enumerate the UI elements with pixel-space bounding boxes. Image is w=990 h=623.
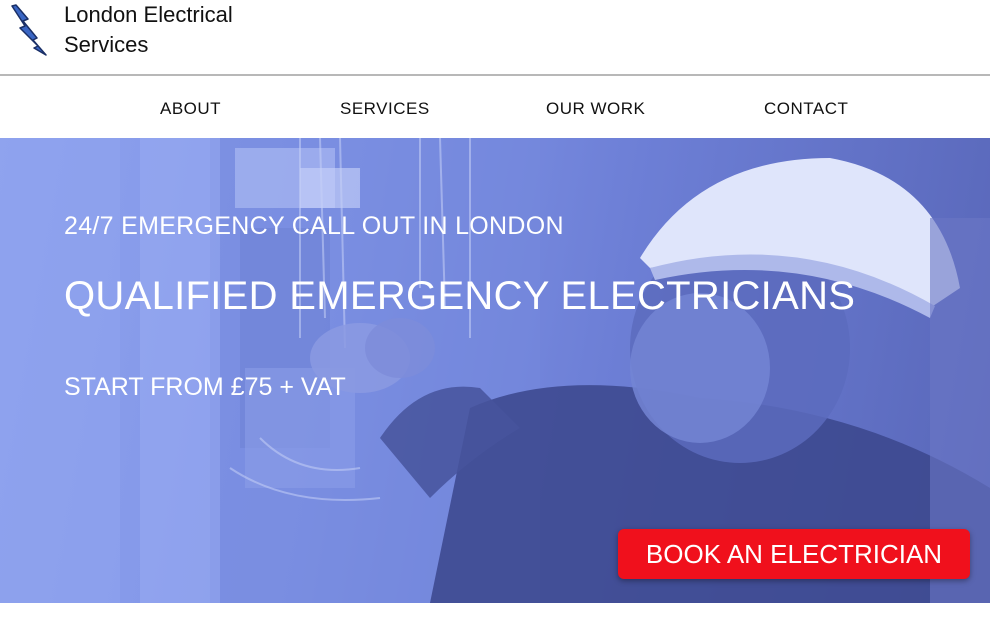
- book-electrician-button[interactable]: BOOK AN ELECTRICIAN: [618, 529, 970, 579]
- nav-services[interactable]: SERVICES: [340, 99, 430, 119]
- page-bottom: [0, 603, 990, 623]
- site-header: London Electrical Services: [0, 0, 990, 74]
- nav-contact[interactable]: CONTACT: [764, 99, 848, 119]
- main-nav: ABOUT SERVICES OUR WORK CONTACT: [0, 76, 990, 138]
- brand-name[interactable]: London Electrical Services: [64, 0, 324, 60]
- nav-about[interactable]: ABOUT: [160, 99, 221, 119]
- hero-title: QUALIFIED EMERGENCY ELECTRICIANS: [64, 274, 856, 318]
- nav-our-work[interactable]: OUR WORK: [546, 99, 645, 119]
- hero-subtitle: 24/7 EMERGENCY CALL OUT IN LONDON: [64, 212, 564, 240]
- hero-price: START FROM £75 + VAT: [64, 373, 346, 401]
- hero-banner: 24/7 EMERGENCY CALL OUT IN LONDON QUALIF…: [0, 138, 990, 603]
- lightning-bolt-icon[interactable]: [8, 4, 48, 56]
